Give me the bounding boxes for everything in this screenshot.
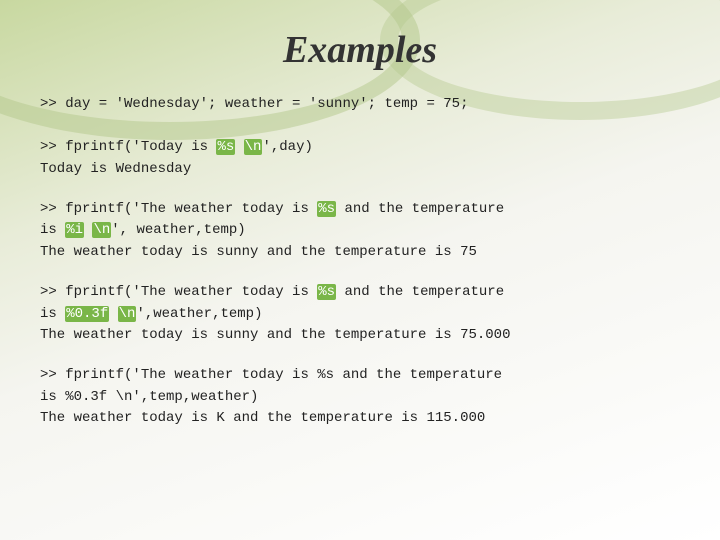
output-line: Today is Wednesday: [40, 159, 680, 181]
code-line: >> fprintf('The weather today is %s and …: [40, 365, 680, 387]
code-line: is %i \n', weather,temp): [40, 220, 680, 242]
highlight-newline-3: \n: [118, 306, 137, 322]
highlight-newline-2: \n: [92, 222, 111, 238]
output-line: The weather today is K and the temperatu…: [40, 408, 680, 430]
highlight-percent-s-3: %s: [317, 284, 336, 300]
code-line: >> fprintf('The weather today is %s and …: [40, 282, 680, 304]
code-line: >> fprintf('The weather today is %s and …: [40, 199, 680, 221]
code-line: >> day = 'Wednesday'; weather = 'sunny';…: [40, 94, 680, 116]
highlight-percent-s: %s: [216, 139, 235, 155]
highlight-percent-i: %i: [65, 222, 84, 238]
page-title: Examples: [0, 0, 720, 86]
highlight-newline: \n: [244, 139, 263, 155]
code-line: is %0.3f \n',weather,temp): [40, 304, 680, 326]
content-area: >> day = 'Wednesday'; weather = 'sunny';…: [0, 86, 720, 456]
code-block-1: >> day = 'Wednesday'; weather = 'sunny';…: [40, 94, 680, 181]
highlight-percent-f: %0.3f: [65, 306, 109, 322]
highlight-percent-s-2: %s: [317, 201, 336, 217]
output-line: The weather today is sunny and the tempe…: [40, 325, 680, 347]
code-block-2: >> fprintf('The weather today is %s and …: [40, 199, 680, 264]
code-line: >> fprintf('Today is %s \n',day): [40, 137, 680, 159]
code-block-4: >> fprintf('The weather today is %s and …: [40, 365, 680, 430]
code-block-3: >> fprintf('The weather today is %s and …: [40, 282, 680, 347]
code-line: is %0.3f \n',temp,weather): [40, 387, 680, 409]
output-line: The weather today is sunny and the tempe…: [40, 242, 680, 264]
